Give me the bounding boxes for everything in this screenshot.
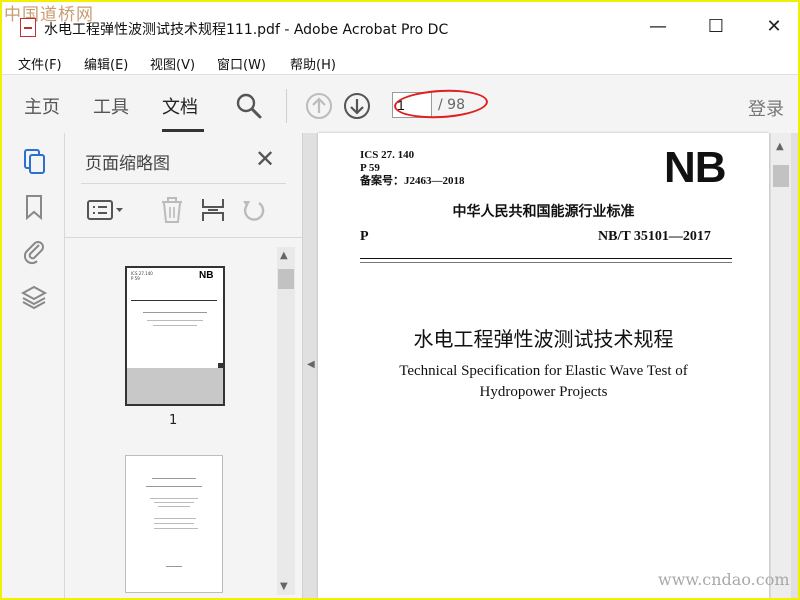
- panel-divider: [65, 237, 302, 238]
- active-tab-indicator: [162, 129, 204, 132]
- thumb-logo: NB: [199, 270, 214, 281]
- thumb-title-line: [153, 325, 197, 326]
- thumb-rule: [131, 300, 217, 301]
- page-number-input[interactable]: 1: [392, 92, 432, 118]
- delete-icon[interactable]: [158, 195, 186, 225]
- thumb-header-text: P 59: [131, 276, 140, 281]
- thumb-text-line: [152, 478, 196, 479]
- thumbnail-scrollbar[interactable]: ▲ ▼: [277, 247, 295, 595]
- search-icon[interactable]: [234, 91, 264, 121]
- standard-number: NB/T 35101—2017: [598, 229, 711, 244]
- document-title-english: Technical Specification for Elastic Wave…: [318, 361, 769, 403]
- document-scrollbar[interactable]: ▲: [771, 133, 791, 598]
- options-icon[interactable]: [85, 195, 127, 225]
- title-en-line: Hydropower Projects: [479, 384, 608, 400]
- ics-code-block: ICS 27. 140 P 59 备案号：J2463—2018: [360, 149, 465, 188]
- menu-view[interactable]: 视图(V): [150, 54, 195, 73]
- scroll-down-icon[interactable]: ▼: [280, 581, 288, 592]
- scrollbar-thumb[interactable]: [773, 165, 789, 187]
- window-title: 水电工程弹性波测试技术规程111.pdf - Adobe Acrobat Pro…: [44, 22, 449, 38]
- layers-icon[interactable]: [20, 283, 48, 311]
- thumb-text-line: [158, 506, 190, 507]
- document-title-chinese: 水电工程弹性波测试技术规程: [413, 327, 674, 351]
- tab-tools[interactable]: 工具: [93, 93, 129, 119]
- main-toolbar: 主页 工具 文档 1 / 98 登录: [2, 74, 798, 134]
- arrow-down-icon[interactable]: [342, 91, 372, 121]
- standard-organization: 中华人民共和国能源行业标准: [452, 204, 635, 220]
- menu-help[interactable]: 帮助(H): [290, 54, 336, 73]
- nb-logo: NB: [664, 143, 727, 192]
- scroll-up-icon[interactable]: ▲: [776, 141, 784, 152]
- thumb-text-line: [150, 498, 198, 499]
- bookmark-icon[interactable]: [20, 193, 48, 221]
- tab-document[interactable]: 文档: [162, 93, 198, 119]
- pdf-page: ICS 27. 140 P 59 备案号：J2463—2018 NB 中华人民共…: [318, 133, 769, 598]
- rotate-icon[interactable]: [239, 195, 267, 225]
- thumbnail-page-label: 1: [169, 413, 178, 428]
- thumb-text-line: [166, 566, 182, 567]
- thumb-footer-band: [127, 368, 223, 404]
- minimize-button[interactable]: —: [638, 12, 678, 42]
- ics-line: P 59: [360, 162, 380, 174]
- pdf-file-icon: [20, 18, 36, 37]
- thumbnail-panel: 页面缩略图 ✕ ICS 27.140 P 59 NB 1 ▲ ▼: [65, 133, 303, 598]
- collapse-panel-icon[interactable]: ◀: [307, 359, 315, 370]
- menu-edit[interactable]: 编辑(E): [84, 54, 128, 73]
- attachment-icon[interactable]: [20, 237, 48, 265]
- menu-file[interactable]: 文件(F): [18, 54, 62, 73]
- close-window-button[interactable]: ✕: [754, 12, 794, 42]
- ics-line: ICS 27. 140: [360, 149, 415, 161]
- app-window: 中国道桥网 水电工程弹性波测试技术规程111.pdf - Adobe Acrob…: [2, 2, 798, 598]
- thumb-text-line: [154, 502, 194, 503]
- ics-line: 备案号：J2463—2018: [360, 175, 465, 187]
- maximize-button[interactable]: ☐: [696, 12, 736, 42]
- page-thumbnail[interactable]: [125, 455, 223, 593]
- page-total: / 98: [438, 97, 465, 113]
- thumb-text-line: [154, 518, 196, 519]
- scrollbar-thumb[interactable]: [278, 269, 294, 289]
- document-viewport: ◀ ICS 27. 140 P 59 备案号：J2463—2018 NB 中华人…: [303, 133, 798, 598]
- arrow-up-icon[interactable]: [304, 91, 334, 121]
- thumb-text-line: [146, 486, 202, 487]
- menu-window[interactable]: 窗口(W): [217, 54, 266, 73]
- login-button[interactable]: 登录: [748, 95, 784, 121]
- title-en-line: Technical Specification for Elastic Wave…: [399, 363, 688, 379]
- page-thumbnail[interactable]: ICS 27.140 P 59 NB: [125, 266, 225, 406]
- tab-home[interactable]: 主页: [24, 93, 60, 119]
- extract-icon[interactable]: [199, 195, 227, 225]
- header-rule: [360, 258, 732, 259]
- menu-bar: 文件(F) 编辑(E) 视图(V) 窗口(W) 帮助(H): [2, 48, 798, 74]
- panel-title: 页面缩略图: [85, 154, 170, 174]
- watermark-text: www.cndao.com: [658, 570, 790, 589]
- thumb-title-line: [147, 320, 203, 321]
- header-rule: [360, 262, 732, 263]
- category-code: P: [360, 229, 369, 244]
- close-panel-button[interactable]: ✕: [255, 145, 275, 173]
- scroll-up-icon[interactable]: ▲: [280, 250, 288, 261]
- left-navigation-rail: [2, 133, 65, 598]
- toolbar-separator: [286, 89, 287, 123]
- title-bar: 中国道桥网 水电工程弹性波测试技术规程111.pdf - Adobe Acrob…: [2, 2, 798, 48]
- thumb-title-line: [143, 312, 207, 313]
- panel-divider: [81, 183, 286, 184]
- page-thumbnails-icon[interactable]: [20, 147, 48, 175]
- thumb-text-line: [154, 523, 194, 524]
- thumb-text-line: [154, 528, 198, 529]
